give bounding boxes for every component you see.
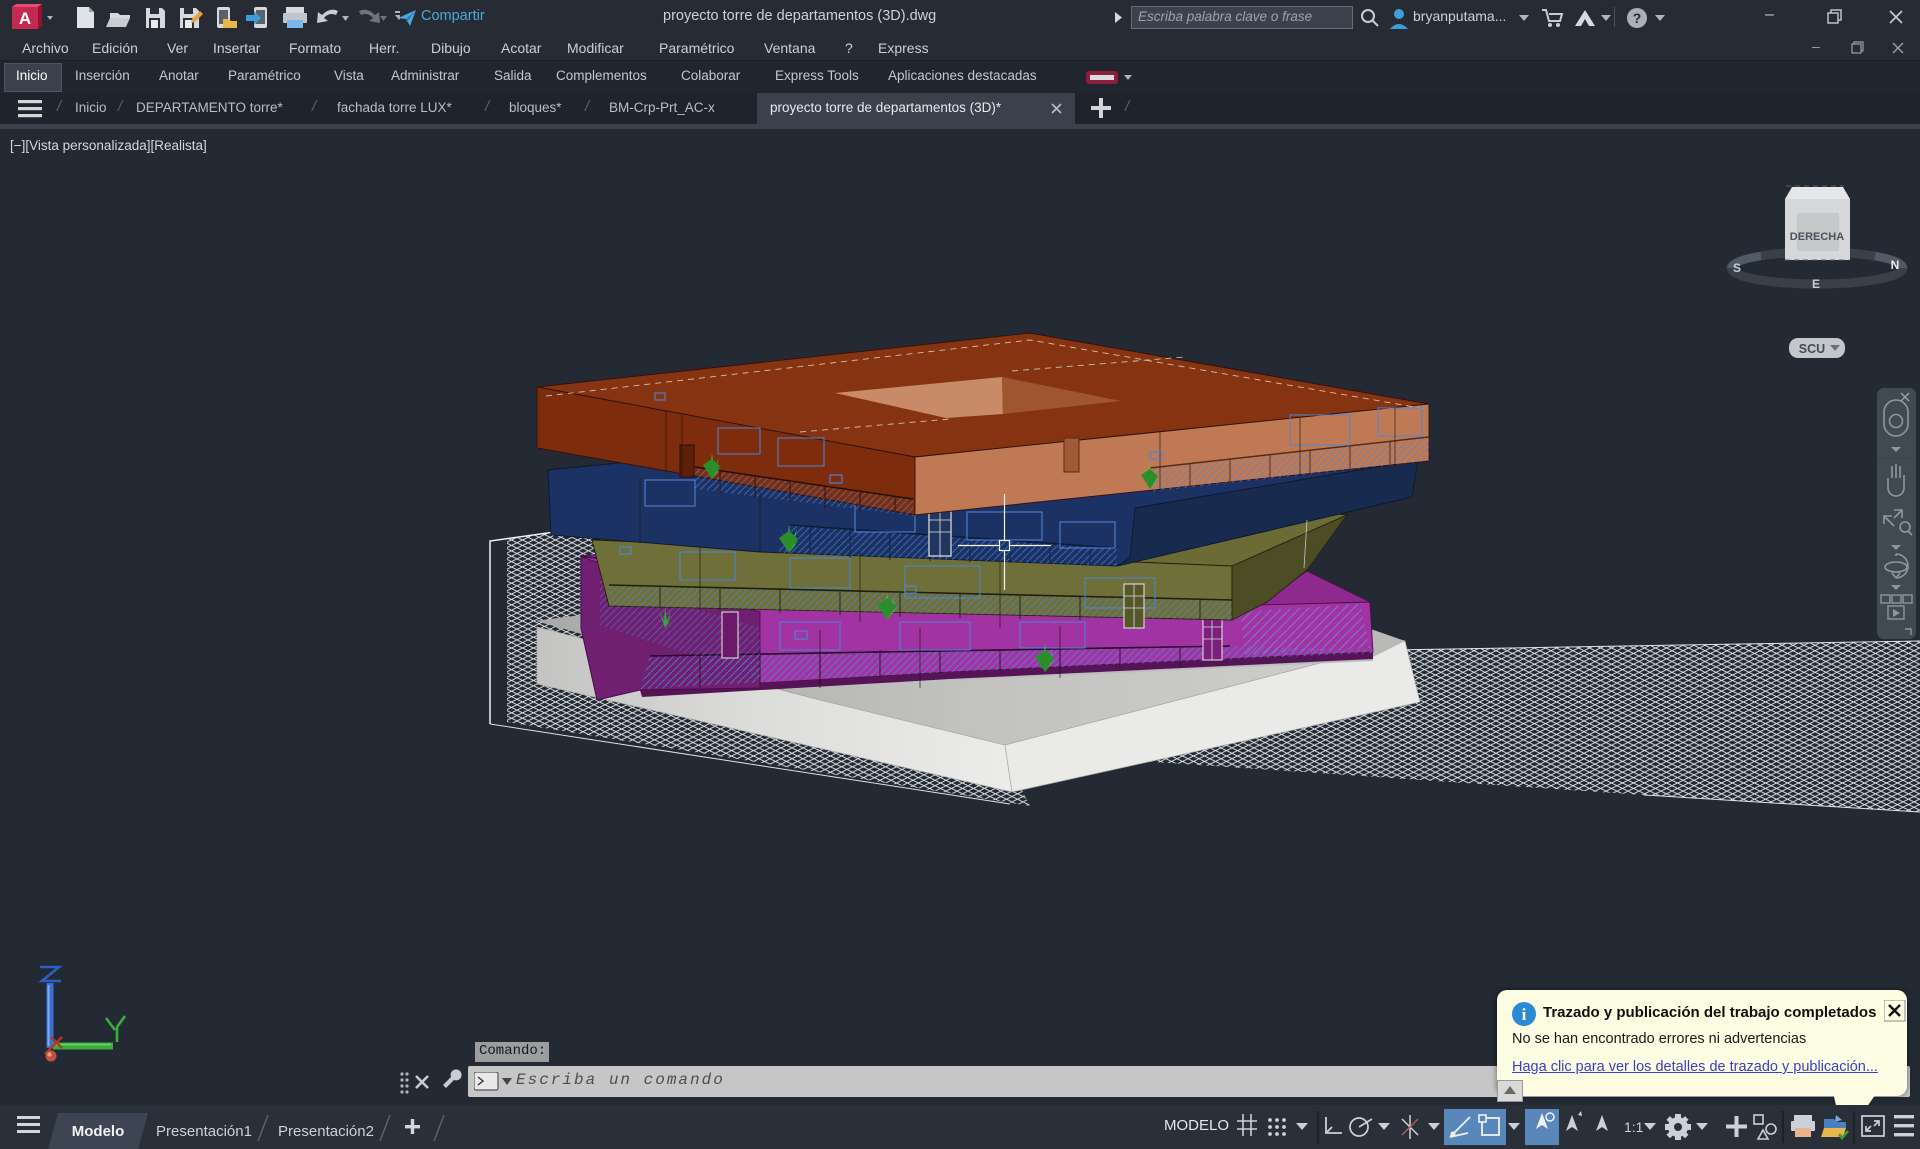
svg-text:Presentación2: Presentación2	[278, 1123, 374, 1140]
svg-text:SCU: SCU	[1799, 342, 1825, 356]
svg-text:1:1: 1:1	[1624, 1119, 1644, 1135]
svg-text:?: ?	[1633, 10, 1642, 26]
svg-text:[−][Vista personalizada][Reali: [−][Vista personalizada][Realista]	[10, 138, 207, 153]
svg-text:N: N	[1891, 258, 1900, 272]
svg-text:DERECHA: DERECHA	[1790, 231, 1844, 243]
svg-text:Presentación1: Presentación1	[156, 1123, 252, 1140]
svg-text:Modelo: Modelo	[72, 1123, 125, 1140]
svg-text:A: A	[19, 9, 31, 28]
svg-text:S: S	[1733, 261, 1741, 275]
svg-text:i: i	[1522, 1005, 1527, 1024]
svg-text:E: E	[1812, 277, 1820, 291]
